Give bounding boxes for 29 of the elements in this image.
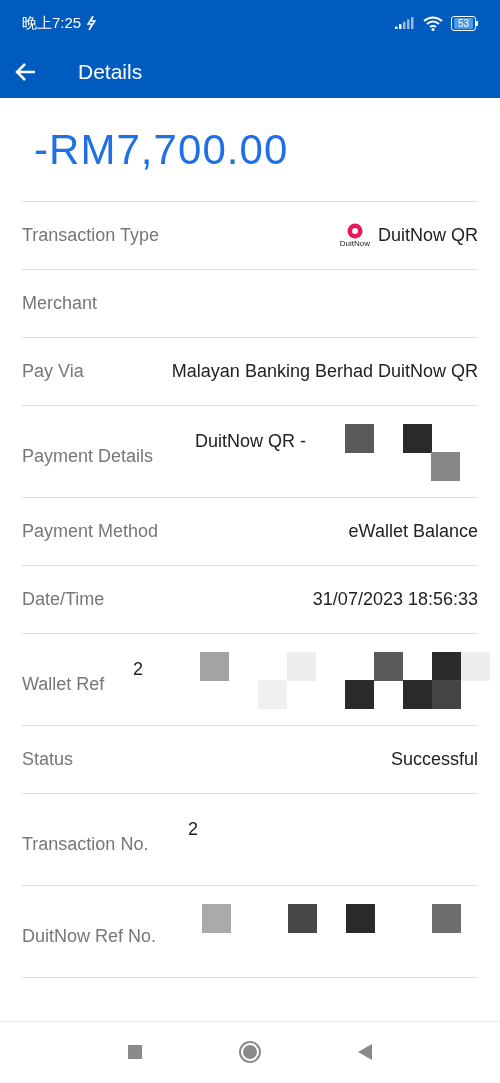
lightning-icon (85, 15, 98, 31)
row-value: 2 (188, 818, 198, 841)
row-value: 2 (133, 658, 143, 681)
amount: -RM7,700.00 (34, 125, 289, 175)
row-label: Payment Method (22, 520, 159, 543)
row-label: Pay Via (22, 360, 84, 383)
row-label: Transaction No. (22, 833, 149, 856)
row-label: Payment Details (22, 445, 154, 468)
home-button[interactable] (238, 1039, 262, 1064)
row-value: Malayan Banking Berhad DuitNow QR (171, 360, 478, 383)
row-value: DuitNow QR - (195, 430, 306, 453)
row-label: Transaction Type (22, 224, 160, 247)
row-value: eWallet Balance (348, 520, 478, 543)
row-label: Date/Time (22, 588, 105, 611)
row-label: DuitNow Ref No. (22, 925, 157, 948)
recent-apps-button[interactable] (127, 1043, 143, 1060)
header-title: Details (78, 59, 143, 86)
row-label: Wallet Ref (22, 673, 105, 696)
duitnow-logo: DuitNow (339, 223, 370, 248)
wifi-icon (422, 15, 443, 31)
status-time: 晚上7:25 (22, 12, 82, 33)
row-value: 31/07/2023 18:56:33 (312, 588, 478, 611)
battery-icon: 53 (450, 15, 478, 31)
row-value: Successful (390, 748, 478, 771)
row-label: Merchant (22, 292, 98, 315)
row-label: Status (22, 748, 74, 771)
back-nav-button[interactable] (357, 1042, 373, 1061)
signal-icon (394, 16, 415, 30)
row-value: DuitNow QR (377, 224, 478, 247)
